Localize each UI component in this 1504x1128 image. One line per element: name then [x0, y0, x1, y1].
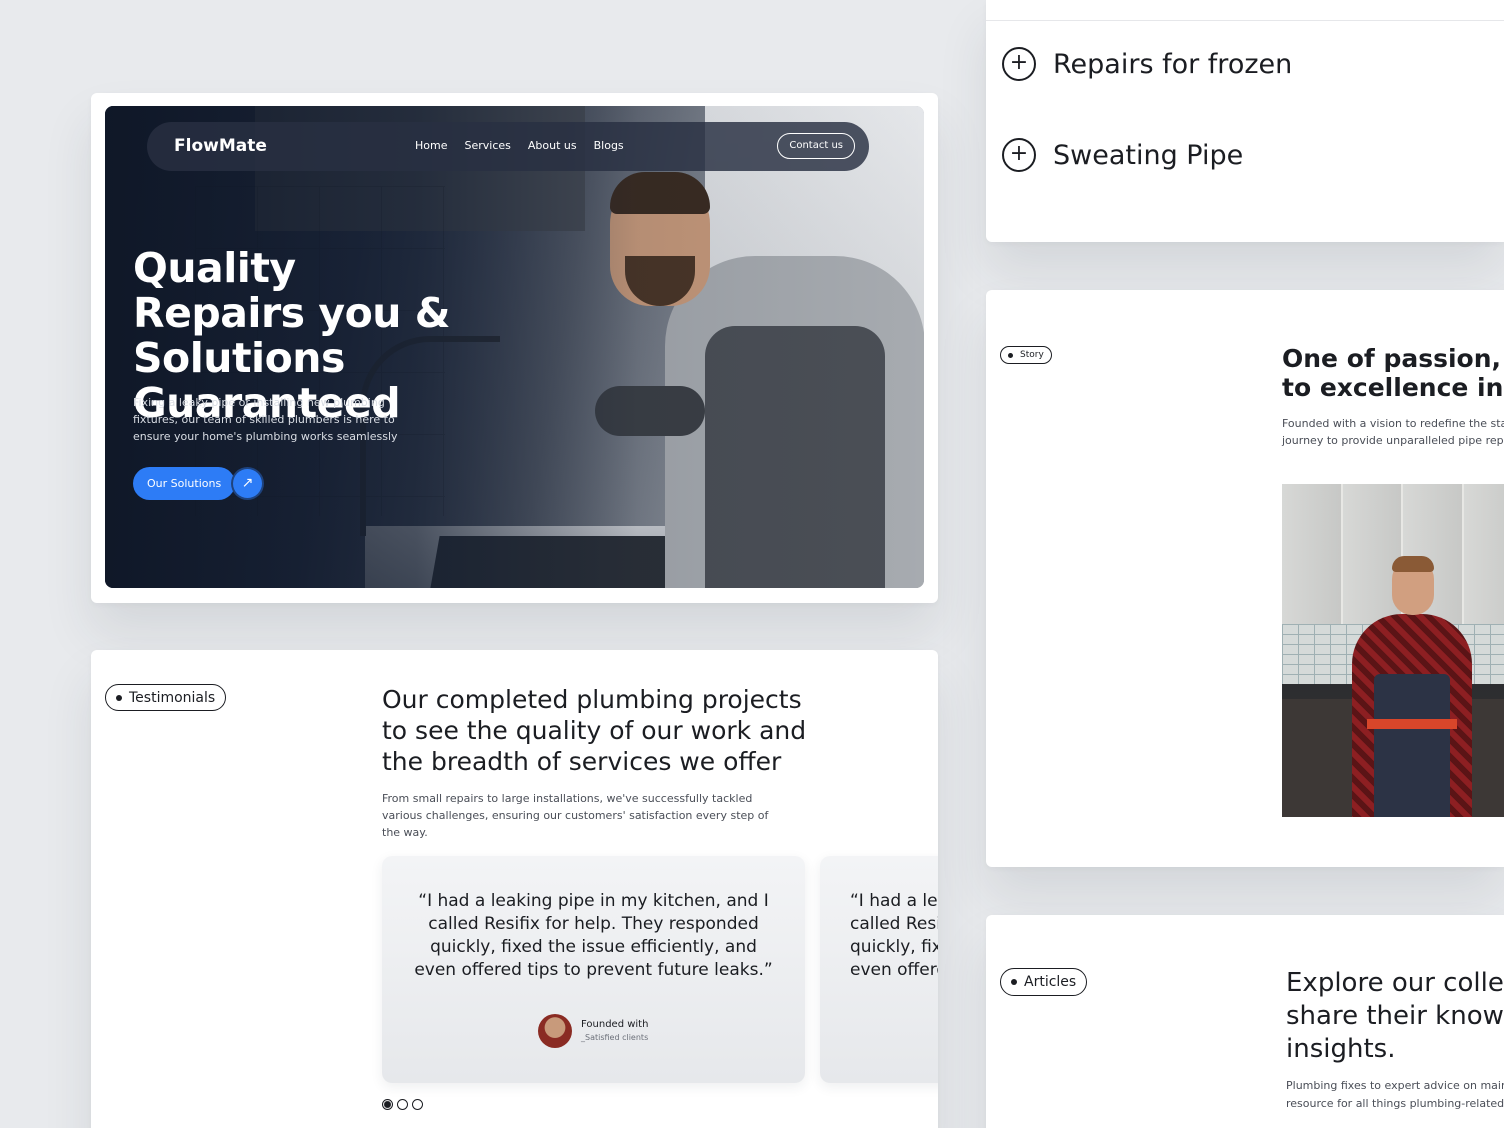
testimonial-card[interactable]: “I had a leaking pipe in my kitchen, and… [382, 856, 805, 1083]
nav-about[interactable]: About us [528, 139, 577, 152]
nav-services[interactable]: Services [464, 139, 510, 152]
story-photo [1282, 484, 1504, 817]
faq-item-label: Repairs for frozen [1053, 48, 1293, 80]
testimonial-card[interactable]: “I had a leaking pipe in my kitchen, and… [820, 856, 938, 1083]
story-section: Story One of passion, de to excellence i… [986, 290, 1504, 867]
testimonial-author-subtitle: _Satisfied clients [581, 1033, 649, 1042]
contact-button[interactable]: Contact us [777, 133, 855, 159]
nav-home[interactable]: Home [415, 139, 447, 152]
testimonials-description: From small repairs to large installation… [382, 792, 769, 839]
faq-item-label: Sweating Pipe [1053, 139, 1244, 171]
nav-blogs[interactable]: Blogs [594, 139, 624, 152]
carousel-pagination [382, 1099, 423, 1110]
articles-title: Explore our collect share their knowle i… [1286, 968, 1504, 1064]
story-description: Founded with a vision to redefine the st… [1282, 415, 1504, 449]
testimonials-title: Our completed plumbing projects to see t… [382, 685, 807, 776]
faq-item[interactable]: + Repairs for frozen [1002, 47, 1292, 81]
articles-pill: Articles [1000, 968, 1088, 996]
articles-pill-label: Articles [1024, 974, 1077, 990]
arrow-up-right-icon[interactable]: ↗ [231, 467, 264, 500]
testimonials-section: Testimonials Our completed plumbing proj… [91, 650, 938, 1128]
faq-item[interactable]: + Sweating Pipe [1002, 138, 1243, 172]
testimonial-quote: “I had a leaking pipe in my kitchen, and… [850, 891, 938, 980]
story-title-line: One of passion, de [1282, 344, 1504, 373]
brand-logo[interactable]: FlowMate [174, 136, 267, 156]
divider [986, 20, 1504, 21]
story-description-line: Founded with a vision to redefine the st… [1282, 417, 1504, 430]
pagination-dot[interactable] [412, 1099, 423, 1110]
plumber-overalls [1374, 674, 1450, 817]
story-title: One of passion, de to excellence in plu [1282, 344, 1504, 402]
hero-description: Fixing a leaky pipe or installing new pl… [133, 396, 398, 443]
bullet-dot-icon [1011, 979, 1017, 985]
avatar [538, 1014, 572, 1048]
story-pill: Story [1000, 346, 1052, 364]
plus-circle-icon[interactable]: + [1002, 138, 1036, 172]
plus-circle-icon[interactable]: + [1002, 47, 1036, 81]
story-title-line: to excellence in plu [1282, 373, 1504, 402]
articles-description: Plumbing fixes to expert advice on maint… [1286, 1079, 1504, 1110]
bullet-dot-icon [116, 694, 122, 701]
articles-section: Articles Explore our collect share their… [986, 915, 1504, 1128]
pagination-dot-active[interactable] [382, 1099, 393, 1110]
testimonials-pill-label: Testimonials [129, 689, 216, 706]
bullet-dot-icon [1008, 352, 1013, 358]
testimonials-pill: Testimonials [105, 684, 227, 711]
navbar: FlowMate Home Services About us Blogs Co… [147, 122, 869, 171]
plumber-hair [1392, 556, 1434, 572]
our-solutions-button[interactable]: Our Solutions [133, 467, 236, 500]
story-pill-label: Story [1020, 350, 1044, 360]
hero-card: FlowMate Home Services About us Blogs Co… [91, 93, 938, 603]
testimonial-author: Founded with [581, 1019, 649, 1030]
nav-links: Home Services About us Blogs [415, 139, 624, 152]
testimonial-quote: “I had a leaking pipe in my kitchen, and… [414, 891, 773, 980]
pagination-dot[interactable] [397, 1099, 408, 1110]
tool-belt [1367, 719, 1457, 729]
faq-section: + Repairs for frozen + Sweating Pipe [986, 0, 1504, 242]
hero-banner: FlowMate Home Services About us Blogs Co… [105, 106, 924, 588]
story-description-line: journey to provide unparalleled pipe rep… [1282, 434, 1504, 447]
